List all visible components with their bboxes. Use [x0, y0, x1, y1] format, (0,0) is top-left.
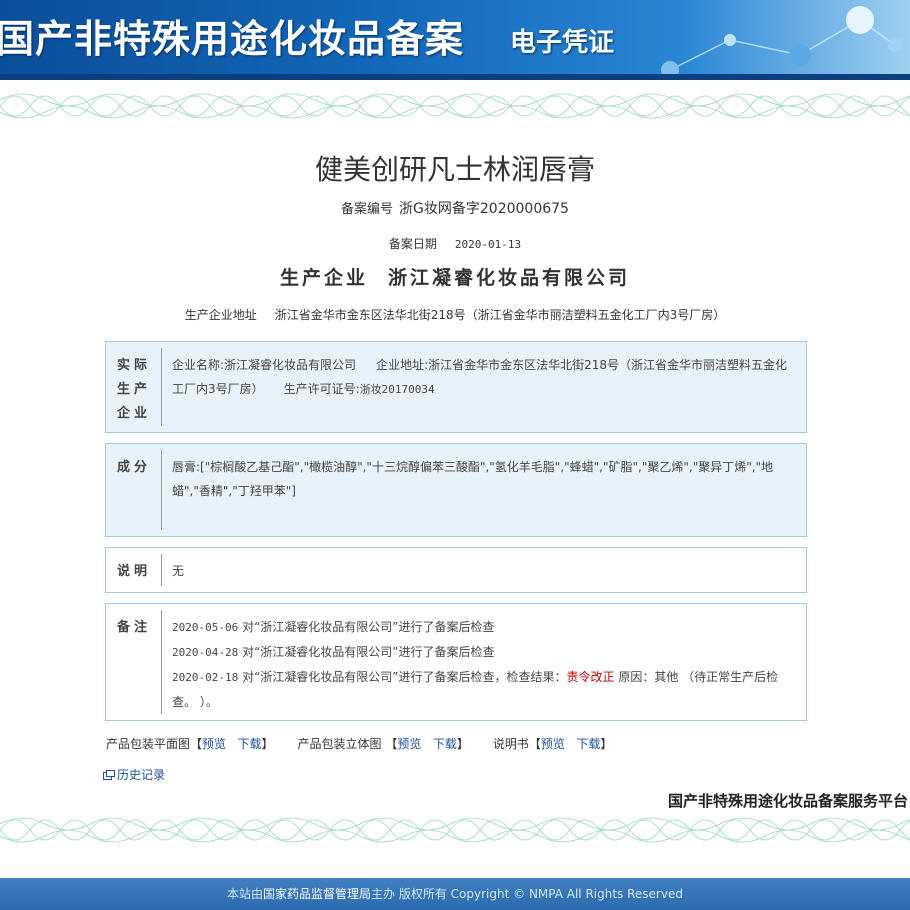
- section-divider: [161, 554, 162, 586]
- remarks-section: 备注 2020-05-06 对“浙江凝睿化妆品有限公司”进行了备案后检查 202…: [105, 603, 807, 721]
- inspection-result: 责令改正: [566, 670, 615, 684]
- actual-producer-label: 实际 生产 企业: [116, 358, 151, 421]
- solid-package-download-link[interactable]: 下载: [433, 737, 457, 751]
- remark-item: 2020-05-06 对“浙江凝睿化妆品有限公司”进行了备案后检查: [172, 620, 495, 634]
- banner-bottom-stripe: [0, 74, 910, 80]
- company-name: 浙江凝睿化妆品有限公司: [388, 267, 631, 289]
- manual-download-link[interactable]: 下载: [576, 737, 600, 751]
- molecule-decoration-icon: [661, 6, 902, 79]
- registration-date-line: 备案日期 2020-01-13: [0, 235, 910, 252]
- registration-number-label: 备案编号: [341, 202, 394, 217]
- company-label: 生产企业: [279, 267, 368, 289]
- footer: 本站由国家药品监督管理局主办 版权所有 Copyright © NMPA All…: [0, 878, 910, 910]
- company-line: 生产企业 浙江凝睿化妆品有限公司: [0, 263, 910, 290]
- banner-subtitle: 电子凭证: [510, 28, 615, 58]
- section-divider: [161, 450, 162, 530]
- actual-producer-content: 企业名称:浙江凝睿化妆品有限公司 企业地址:浙江省金华市金东区法华北街218号（浙…: [172, 353, 796, 402]
- producer-license-label: 生产许可证号:: [283, 382, 360, 396]
- company-address: 浙江省金华市金东区法华北街218号（浙江省金华市丽洁塑料五金化工厂内3号厂房）: [274, 308, 726, 322]
- manual-label: 说明书: [492, 737, 529, 751]
- actual-producer-section: 实际 生产 企业 企业名称:浙江凝睿化妆品有限公司 企业地址:浙江省金华市金东区法…: [105, 341, 807, 433]
- remark-item: 2020-04-28 对“浙江凝睿化妆品有限公司”进行了备案后检查: [172, 645, 495, 659]
- solid-package-preview-link[interactable]: 预览: [397, 737, 421, 751]
- flat-package-preview-link[interactable]: 预览: [202, 737, 226, 751]
- producer-name: 浙江凝睿化妆品有限公司: [224, 358, 357, 372]
- history-link[interactable]: 历史记录: [103, 766, 165, 783]
- ingredients-section: 成分 唇膏:["棕榈酸乙基己酯","橄榄油醇","十三烷醇偏苯三酸酯","氢化羊…: [105, 443, 807, 537]
- registration-date: 2020-01-13: [454, 238, 522, 251]
- ingredients-text: 唇膏:["棕榈酸乙基己酯","橄榄油醇","十三烷醇偏苯三酸酯","氢化羊毛脂"…: [172, 460, 774, 498]
- remark-item: 2020-02-18 对“浙江凝睿化妆品有限公司”进行了备案后检查，检查结果：责…: [172, 670, 779, 709]
- footer-prefix: 本站由: [227, 887, 264, 901]
- description-text: 无: [172, 564, 185, 578]
- remarks-label: 备注: [116, 620, 151, 635]
- footer-suffix: 主办 版权所有 Copyright © NMPA All Rights Rese…: [371, 887, 683, 901]
- company-address-line: 生产企业地址 浙江省金华市金东区法华北街218号（浙江省金华市丽洁塑料五金化工厂内…: [0, 306, 910, 323]
- manual-preview-link[interactable]: 预览: [541, 737, 565, 751]
- window-icon: [103, 770, 115, 780]
- producer-address-label: 企业地址:: [376, 358, 429, 372]
- package-downloads: 产品包装平面图【预览 下载】 产品包装立体图 【预览 下载】 说明书【预览 下载】: [106, 737, 613, 751]
- registration-number-line: 备案编号 浙G妆网备字2020000675: [0, 198, 910, 218]
- top-wave-decoration: [0, 86, 910, 126]
- producer-name-label: 企业名称:: [172, 358, 225, 372]
- history-label: 历史记录: [117, 768, 166, 782]
- company-address-label: 生产企业地址: [184, 308, 257, 322]
- platform-label: 国产非特殊用途化妆品备案服务平台: [667, 792, 908, 810]
- registration-date-label: 备案日期: [388, 237, 437, 251]
- ingredients-label: 成分: [116, 460, 151, 475]
- remarks-list: 2020-05-06 对“浙江凝睿化妆品有限公司”进行了备案后检查 2020-0…: [172, 615, 796, 714]
- flat-package-download-link[interactable]: 下载: [238, 737, 262, 751]
- header-banner: 国产非特殊用途化妆品备案 电子凭证: [0, 0, 910, 80]
- bottom-wave-decoration: [0, 817, 910, 843]
- description-label: 说明: [116, 564, 151, 579]
- solid-package-label: 产品包装立体图: [297, 737, 382, 751]
- flat-package-label: 产品包装平面图: [106, 737, 191, 751]
- description-section: 说明 无: [105, 547, 807, 593]
- producer-license: 浙妆20170034: [359, 383, 435, 396]
- product-name: 健美创研凡士林润唇膏: [314, 153, 595, 186]
- section-divider: [161, 348, 162, 426]
- footer-org: 国家药品监督管理局: [263, 887, 372, 901]
- section-divider: [161, 610, 162, 714]
- registration-number: 浙G妆网备字2020000675: [399, 201, 569, 217]
- banner-title: 国产非特殊用途化妆品备案: [0, 16, 465, 61]
